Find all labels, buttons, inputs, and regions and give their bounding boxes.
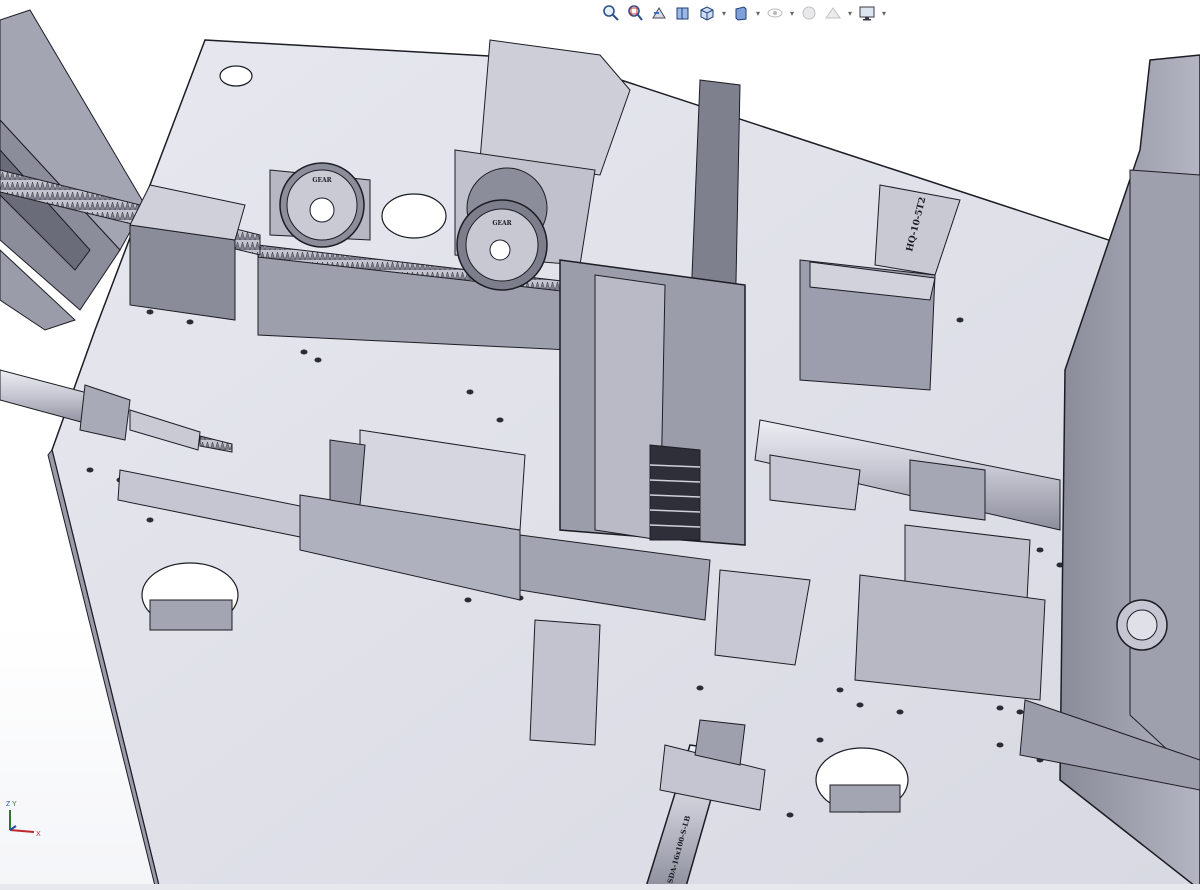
view-settings-dropdown-icon[interactable]: ▾ — [880, 2, 888, 24]
view-settings-icon[interactable] — [856, 2, 878, 24]
edit-appearance-icon[interactable] — [798, 2, 820, 24]
apply-scene-icon[interactable] — [822, 2, 844, 24]
screw-head — [464, 597, 472, 603]
graphics-area[interactable]: GEAR GEAR HQ-10-5T2 SDA-16x100-S-LB ▾ ▾ … — [0, 0, 1200, 890]
x-axis-label: X — [36, 831, 41, 838]
gear-label-right: GEAR — [492, 220, 512, 227]
screw-head — [816, 737, 824, 743]
screw-head — [146, 309, 154, 315]
screw-head — [146, 517, 154, 523]
screw-head — [896, 709, 904, 715]
x-axis-icon — [9, 829, 35, 833]
status-strip — [0, 884, 1200, 890]
zoom-to-fit-icon[interactable] — [600, 2, 622, 24]
screw-head — [186, 319, 194, 325]
screw-head — [836, 687, 844, 693]
previous-view-icon[interactable] — [648, 2, 670, 24]
3d-model-view[interactable]: GEAR GEAR HQ-10-5T2 SDA-16x100-S-LB — [0, 0, 1200, 890]
apply-scene-dropdown-icon[interactable]: ▾ — [846, 2, 854, 24]
screw-head — [496, 417, 504, 423]
display-style-dropdown-icon[interactable]: ▾ — [754, 2, 762, 24]
screw-head — [314, 357, 322, 363]
reference-triad[interactable]: Z Y X — [2, 796, 46, 840]
view-orientation-dropdown-icon[interactable]: ▾ — [720, 2, 728, 24]
sensor-block-left — [129, 184, 246, 321]
gear-label-left: GEAR — [312, 177, 332, 184]
hide-show-dropdown-icon[interactable]: ▾ — [788, 2, 796, 24]
screw-head — [86, 467, 94, 473]
screw-head — [466, 389, 474, 395]
screw-head — [1016, 709, 1024, 715]
screw-head — [1036, 547, 1044, 553]
hide-show-items-icon[interactable] — [764, 2, 786, 24]
heads-up-view-toolbar: ▾ ▾ ▾ ▾ ▾ — [600, 0, 910, 26]
z-axis-label: Z — [6, 801, 11, 808]
screw-head — [856, 702, 864, 708]
screw-head — [996, 705, 1004, 711]
screw-head — [300, 349, 308, 355]
view-orientation-icon[interactable] — [696, 2, 718, 24]
y-axis-label: Y — [12, 801, 17, 808]
display-style-icon[interactable] — [730, 2, 752, 24]
zoom-to-area-icon[interactable] — [624, 2, 646, 24]
screw-head — [786, 812, 794, 818]
screw-head — [996, 742, 1004, 748]
screw-head — [956, 317, 964, 323]
screw-head — [696, 685, 704, 691]
section-view-icon[interactable] — [672, 2, 694, 24]
